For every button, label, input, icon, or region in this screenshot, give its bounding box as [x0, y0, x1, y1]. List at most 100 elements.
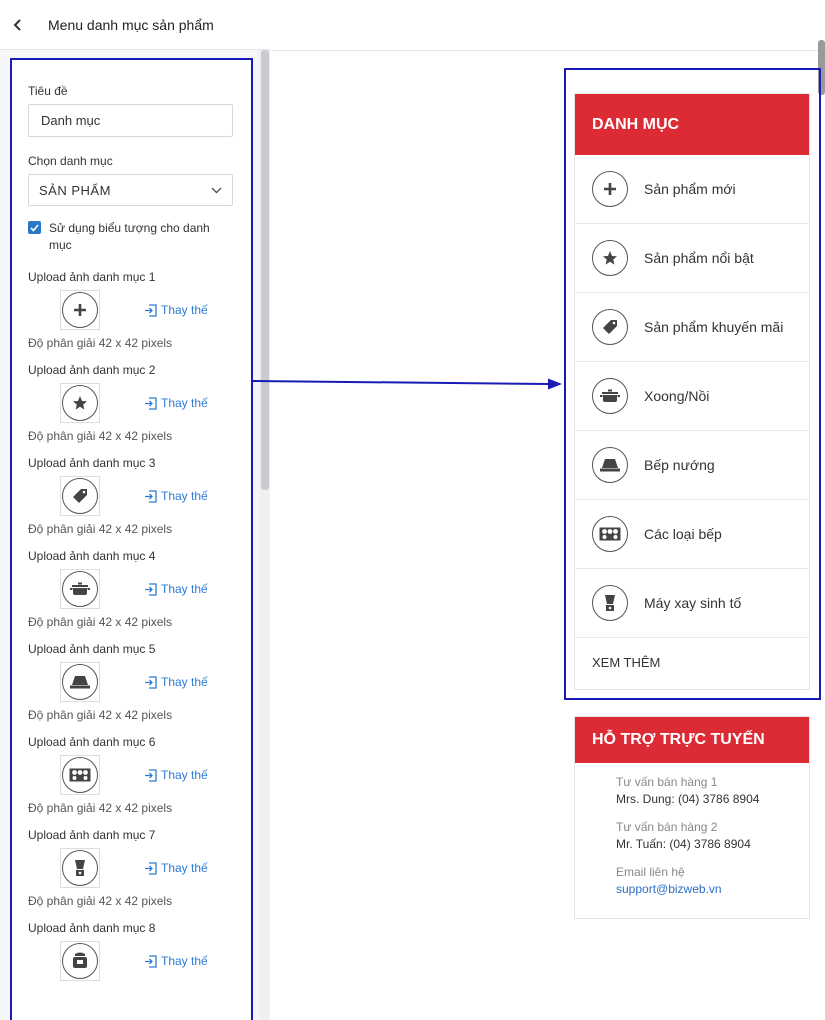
replace-button[interactable]: Thay thế	[144, 675, 208, 689]
support-contact-title: Tư vấn bán hàng 2	[616, 820, 718, 834]
category-item-label: Máy xay sinh tố	[644, 595, 742, 611]
blender-icon	[62, 850, 98, 886]
chevron-left-icon	[13, 18, 21, 31]
stove-icon	[62, 757, 98, 793]
category-item[interactable]: Máy xay sinh tố	[575, 569, 809, 638]
upload-thumbnail[interactable]	[60, 569, 100, 609]
category-item-label: Xoong/Nồi	[644, 388, 710, 404]
resolution-note: Độ phân giải 42 x 42 pixels	[28, 429, 173, 443]
replace-label: Thay thế	[161, 303, 208, 317]
upload-item: Upload ảnh danh mục 8 Thay thế	[28, 921, 233, 981]
upload-label: Upload ảnh danh mục 1	[28, 270, 156, 284]
settings-panel: Menu danh mục sản phẩm Tiêu đề Danh mục …	[0, 0, 270, 1020]
category-item-label: Sản phẩm nổi bật	[644, 250, 754, 266]
scrollbar-thumb[interactable]	[261, 50, 269, 490]
category-item[interactable]: Xoong/Nồi	[575, 362, 809, 431]
category-item[interactable]: Sản phẩm khuyến mãi	[575, 293, 809, 362]
upload-thumbnail[interactable]	[60, 476, 100, 516]
category-item-label: Bếp nướng	[644, 457, 715, 473]
import-icon	[145, 861, 157, 875]
replace-label: Thay thế	[161, 954, 208, 968]
upload-label: Upload ảnh danh mục 2	[28, 363, 156, 377]
grill-icon	[592, 447, 628, 483]
preview-top-divider	[271, 50, 825, 51]
upload-thumbnail[interactable]	[60, 848, 100, 888]
upload-label: Upload ảnh danh mục 8	[28, 921, 156, 935]
category-label: Chọn danh mục	[28, 154, 113, 168]
settings-form: Tiêu đề Danh mục Chọn danh mục SẢN PHẨM …	[10, 58, 253, 1020]
category-item[interactable]: Bếp nướng	[575, 431, 809, 500]
support-contact-title: Tư vấn bán hàng 1	[616, 775, 718, 789]
upload-thumbnail[interactable]	[60, 941, 100, 981]
replace-label: Thay thế	[161, 675, 208, 689]
tag-icon	[62, 478, 98, 514]
cooker-icon	[62, 943, 98, 979]
support-contact: Email liên hệ support@bizweb.vn	[616, 865, 809, 896]
replace-button[interactable]: Thay thế	[144, 954, 208, 968]
replace-button[interactable]: Thay thế	[144, 489, 208, 503]
replace-button[interactable]: Thay thế	[144, 768, 208, 782]
resolution-note: Độ phân giải 42 x 42 pixels	[28, 615, 173, 629]
category-menu-preview: DANH MỤC Sản phẩm mới Sản phẩm nổi bật S…	[574, 93, 810, 690]
support-title: HỖ TRỢ TRỰC TUYẾN	[575, 717, 809, 763]
upload-label: Upload ảnh danh mục 6	[28, 735, 156, 749]
upload-item: Upload ảnh danh mục 4 Thay thế Độ phân g…	[28, 549, 233, 629]
support-contact: Tư vấn bán hàng 2 Mr. Tuấn: (04) 3786 89…	[616, 820, 809, 851]
import-icon	[145, 768, 157, 782]
category-item[interactable]: Sản phẩm nổi bật	[575, 224, 809, 293]
support-email-link[interactable]: support@bizweb.vn	[616, 882, 809, 896]
replace-button[interactable]: Thay thế	[144, 396, 208, 410]
resolution-note: Độ phân giải 42 x 42 pixels	[28, 708, 173, 722]
plus-icon	[62, 292, 98, 328]
pot-icon	[592, 378, 628, 414]
upload-label: Upload ảnh danh mục 5	[28, 642, 156, 656]
back-button[interactable]	[0, 0, 36, 50]
upload-label: Upload ảnh danh mục 3	[28, 456, 156, 470]
panel-header: Menu danh mục sản phẩm	[0, 0, 270, 50]
plus-icon	[592, 171, 628, 207]
use-icon-option: Sử dụng biểu tượng cho danh mục	[28, 220, 233, 254]
star-icon	[62, 385, 98, 421]
import-icon	[145, 582, 157, 596]
use-icon-checkbox[interactable]	[28, 221, 41, 234]
upload-thumbnail[interactable]	[60, 290, 100, 330]
see-more-link[interactable]: XEM THÊM	[575, 638, 809, 686]
category-menu-title: DANH MỤC	[575, 94, 809, 155]
pot-icon	[62, 571, 98, 607]
title-input[interactable]: Danh mục	[28, 104, 233, 137]
replace-label: Thay thế	[161, 582, 208, 596]
replace-label: Thay thế	[161, 768, 208, 782]
upload-item: Upload ảnh danh mục 7 Thay thế Độ phân g…	[28, 828, 233, 908]
import-icon	[145, 675, 157, 689]
stove-icon	[592, 516, 628, 552]
category-item-label: Sản phẩm mới	[644, 181, 736, 197]
support-contact-value: Mrs. Dung: (04) 3786 8904	[616, 792, 760, 806]
support-contact: Tư vấn bán hàng 1 Mrs. Dung: (04) 3786 8…	[616, 775, 809, 806]
upload-thumbnail[interactable]	[60, 755, 100, 795]
title-label: Tiêu đề	[28, 84, 68, 98]
category-select[interactable]: SẢN PHẨM	[28, 174, 233, 206]
support-contact-title: Email liên hệ	[616, 865, 685, 879]
resolution-note: Độ phân giải 42 x 42 pixels	[28, 336, 173, 350]
resolution-note: Độ phân giải 42 x 42 pixels	[28, 801, 173, 815]
upload-thumbnail[interactable]	[60, 662, 100, 702]
replace-button[interactable]: Thay thế	[144, 582, 208, 596]
resolution-note: Độ phân giải 42 x 42 pixels	[28, 894, 173, 908]
category-item[interactable]: Sản phẩm mới	[575, 155, 809, 224]
support-contact-value: Mr. Tuấn: (04) 3786 8904	[616, 837, 751, 851]
category-select-value: SẢN PHẨM	[39, 182, 111, 198]
replace-button[interactable]: Thay thế	[144, 861, 208, 875]
upload-item: Upload ảnh danh mục 6 Thay thế Độ phân g…	[28, 735, 233, 815]
upload-item: Upload ảnh danh mục 2 Thay thế Độ phân g…	[28, 363, 233, 443]
upload-item: Upload ảnh danh mục 5 Thay thế Độ phân g…	[28, 642, 233, 722]
category-item[interactable]: Các loại bếp	[575, 500, 809, 569]
upload-thumbnail[interactable]	[60, 383, 100, 423]
replace-label: Thay thế	[161, 861, 208, 875]
upload-item: Upload ảnh danh mục 3 Thay thế Độ phân g…	[28, 456, 233, 536]
grill-icon	[62, 664, 98, 700]
import-icon	[145, 954, 157, 968]
star-icon	[592, 240, 628, 276]
import-icon	[145, 489, 157, 503]
online-support-widget: HỖ TRỢ TRỰC TUYẾN Tư vấn bán hàng 1 Mrs.…	[574, 716, 810, 919]
replace-button[interactable]: Thay thế	[144, 303, 208, 317]
